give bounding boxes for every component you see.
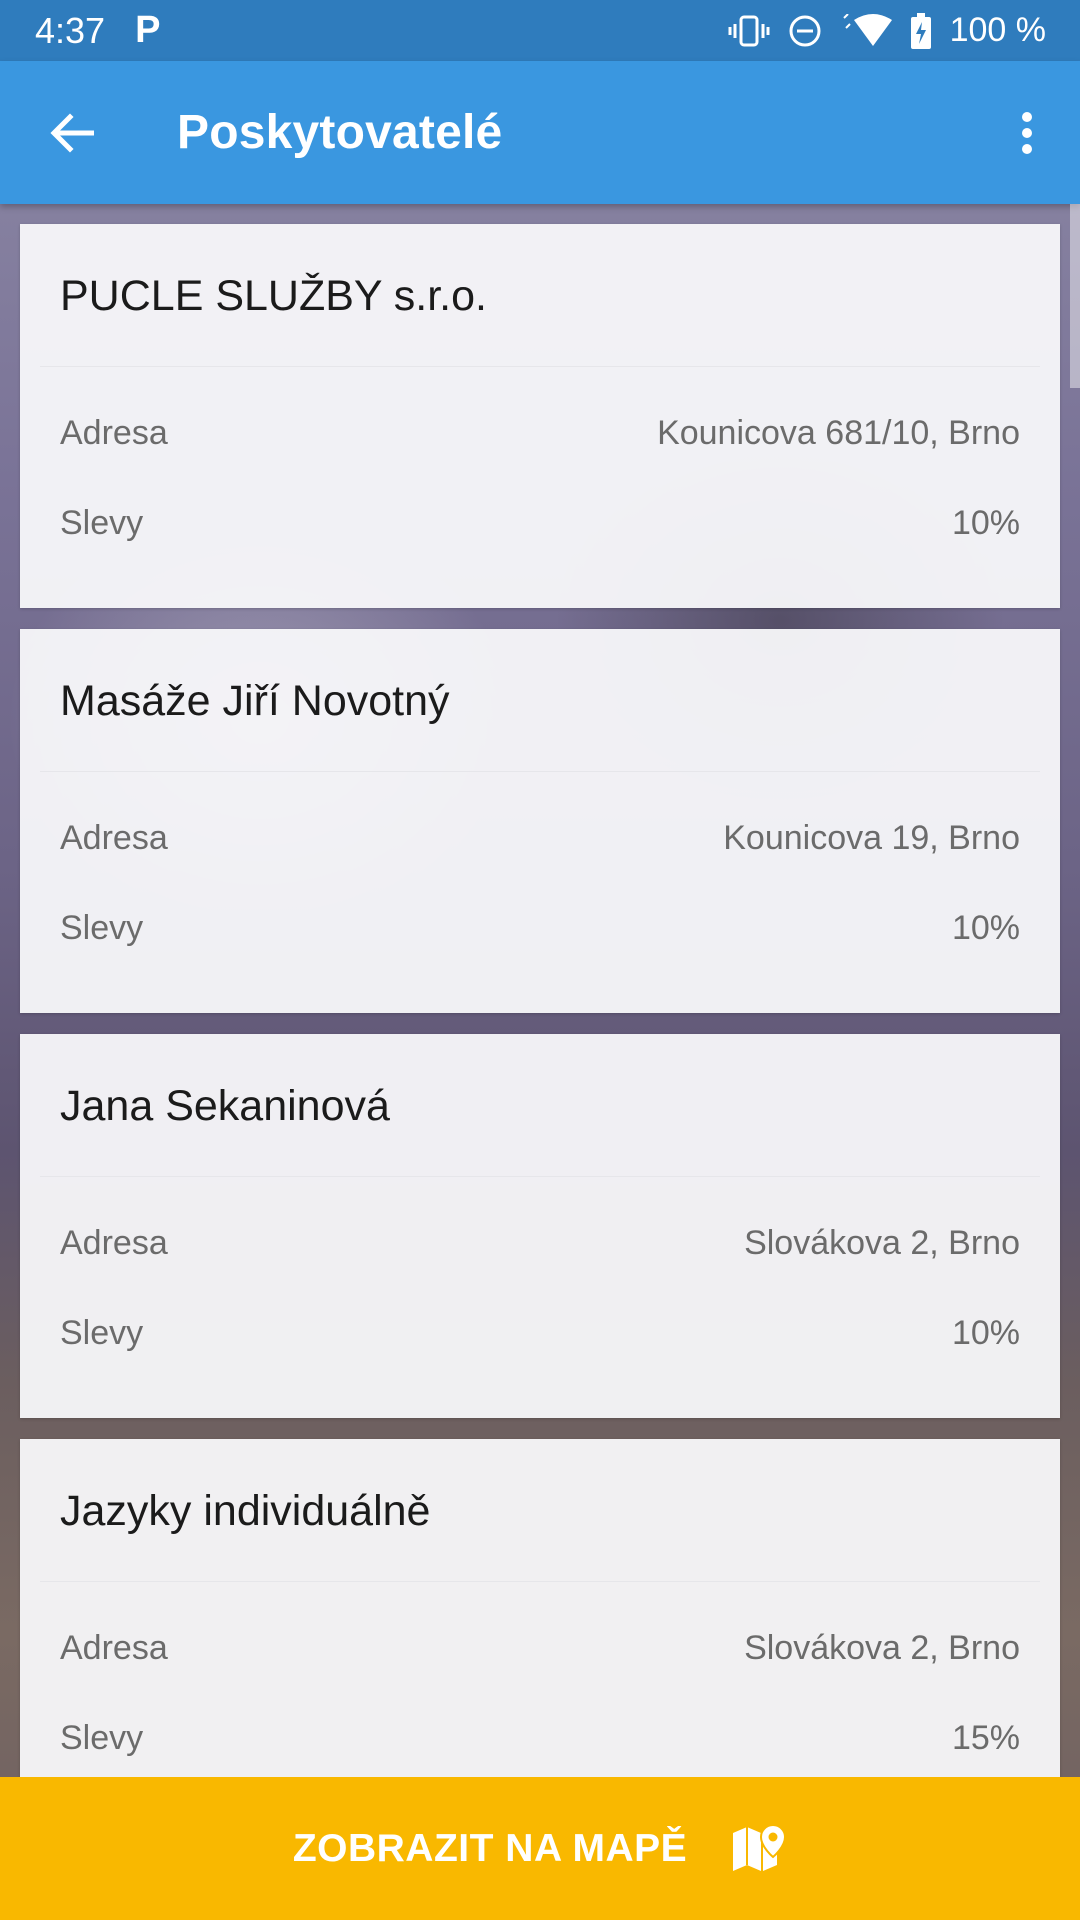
discount-label: Slevy (60, 504, 144, 542)
address-value: Kounicova 681/10, Brno (657, 414, 1020, 452)
discount-value: 10% (951, 909, 1020, 947)
divider (40, 1581, 1040, 1582)
address-value: Kounicova 19, Brno (723, 819, 1020, 857)
show-on-map-label: ZOBRAZIT NA MAPĚ (292, 1826, 688, 1870)
discount-value: 10% (951, 1314, 1020, 1352)
app-bar: Poskytovatelé (0, 61, 1080, 204)
divider (40, 366, 1040, 367)
wifi-icon (840, 13, 892, 48)
discount-value: 10% (951, 504, 1020, 542)
battery-charging-icon (910, 12, 932, 49)
parking-notification-icon: P (135, 9, 161, 51)
address-label: Adresa (60, 1629, 168, 1667)
address-row: Adresa Slovákova 2, Brno (60, 1629, 1020, 1668)
address-row: Adresa Slovákova 2, Brno (60, 1224, 1020, 1263)
page-title: Poskytovatelé (177, 106, 503, 159)
discount-label: Slevy (60, 1719, 144, 1757)
address-label: Adresa (60, 819, 168, 857)
discount-value: 15% (951, 1719, 1020, 1757)
discount-row: Slevy 10% (60, 504, 1020, 543)
overflow-menu-button[interactable] (1002, 98, 1052, 168)
battery-percent: 100 % (949, 11, 1046, 49)
scrollbar[interactable] (1070, 204, 1080, 388)
more-vert-icon (1022, 111, 1032, 154)
provider-card[interactable]: Jazyky individuálně Adresa Slovákova 2, … (20, 1439, 1060, 1823)
discount-row: Slevy 15% (60, 1719, 1020, 1758)
discount-label: Slevy (60, 1314, 144, 1352)
map-marker-icon (733, 1823, 787, 1871)
address-row: Adresa Kounicova 19, Brno (60, 819, 1020, 858)
address-value: Slovákova 2, Brno (744, 1629, 1020, 1667)
provider-name: PUCLE SLUŽBY s.r.o. (60, 272, 487, 320)
provider-list: PUCLE SLUŽBY s.r.o. Adresa Kounicova 681… (20, 224, 1060, 1844)
address-row: Adresa Kounicova 681/10, Brno (60, 414, 1020, 453)
address-label: Adresa (60, 414, 168, 452)
back-button[interactable] (37, 98, 107, 168)
status-time: 4:37 (35, 9, 106, 51)
provider-card[interactable]: PUCLE SLUŽBY s.r.o. Adresa Kounicova 681… (20, 224, 1060, 608)
discount-label: Slevy (60, 909, 144, 947)
provider-name: Masáže Jiří Novotný (60, 677, 450, 725)
status-icons: 100 % (728, 11, 1046, 50)
discount-row: Slevy 10% (60, 1314, 1020, 1353)
provider-card[interactable]: Jana Sekaninová Adresa Slovákova 2, Brno… (20, 1034, 1060, 1418)
vibrate-icon (728, 14, 770, 48)
divider (40, 1176, 1040, 1177)
provider-card[interactable]: Masáže Jiří Novotný Adresa Kounicova 19,… (20, 629, 1060, 1013)
provider-name: Jazyky individuálně (60, 1487, 431, 1535)
status-bar: 4:37 P 100 % (0, 0, 1080, 61)
provider-name: Jana Sekaninová (60, 1082, 390, 1130)
divider (40, 771, 1040, 772)
discount-row: Slevy 10% (60, 909, 1020, 948)
address-value: Slovákova 2, Brno (744, 1224, 1020, 1262)
do-not-disturb-icon (788, 14, 822, 48)
address-label: Adresa (60, 1224, 168, 1262)
arrow-back-icon (50, 112, 94, 153)
show-on-map-button[interactable]: ZOBRAZIT NA MAPĚ (0, 1777, 1080, 1920)
